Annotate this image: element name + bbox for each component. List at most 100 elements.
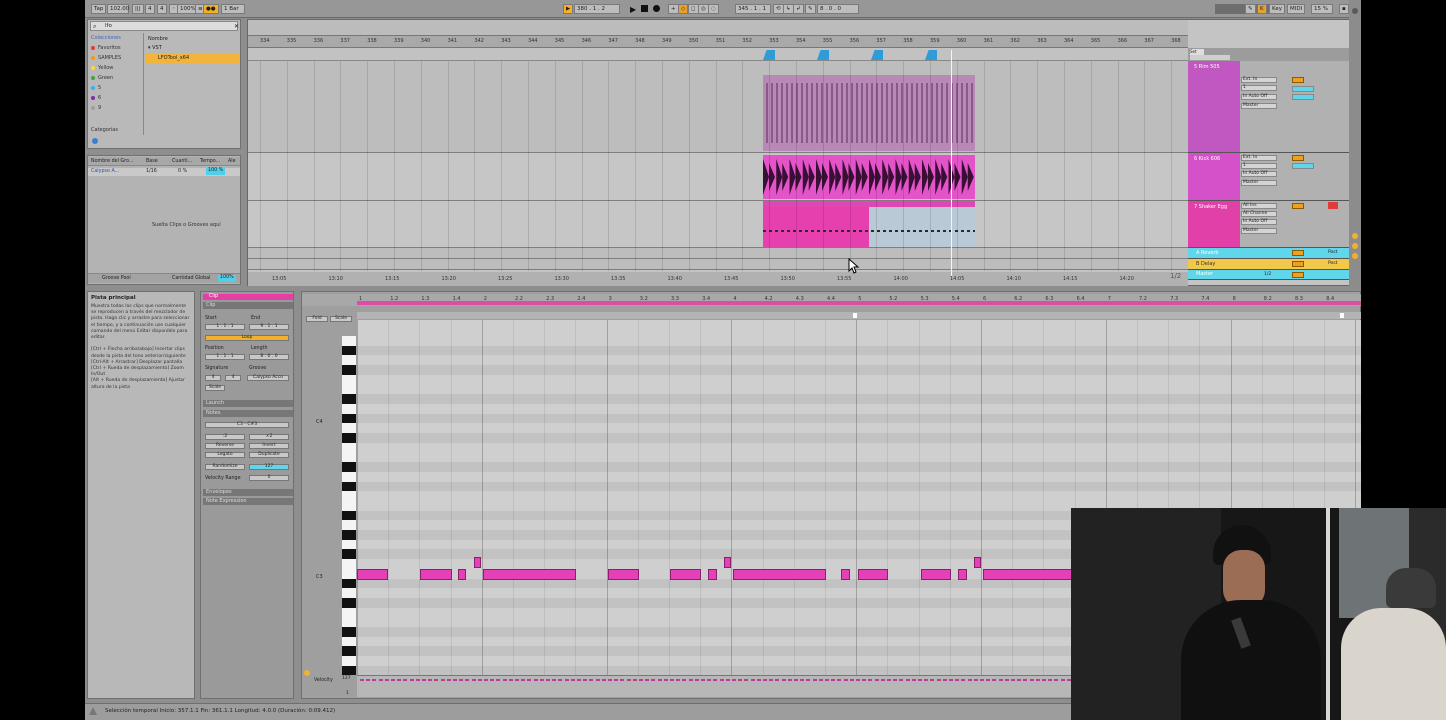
velocity-marker[interactable] — [384, 679, 389, 685]
pan-field[interactable] — [1292, 94, 1314, 100]
collection-item[interactable]: 9 — [91, 105, 101, 111]
draw-mode-icon[interactable]: ✎ — [805, 4, 816, 14]
velocity-marker[interactable] — [843, 679, 848, 685]
warp-marker[interactable] — [925, 50, 937, 60]
velocity-marker[interactable] — [1048, 679, 1053, 685]
sig-den-field[interactable]: 4 — [225, 375, 241, 381]
velocity-marker[interactable] — [1042, 679, 1046, 685]
midi-note[interactable] — [608, 569, 639, 580]
clip-section[interactable]: Clip — [203, 302, 293, 309]
black-key[interactable] — [342, 510, 356, 521]
black-key[interactable] — [342, 433, 356, 443]
midi-note[interactable] — [858, 569, 888, 580]
master-output[interactable]: 1/2 — [1264, 272, 1271, 277]
velocity-marker[interactable] — [428, 679, 433, 685]
scale-button[interactable]: Scale — [205, 385, 225, 391]
black-key[interactable] — [342, 627, 356, 637]
halve-button[interactable]: :2 — [205, 434, 245, 440]
velocity-marker[interactable] — [496, 679, 501, 685]
clip-kick[interactable] — [763, 155, 975, 199]
tap-button[interactable]: Tap — [91, 4, 107, 14]
draw-icon[interactable]: ✎ — [1245, 4, 1256, 14]
midi-note[interactable] — [670, 569, 701, 580]
velocity-marker[interactable] — [694, 679, 699, 685]
track-lane-rim[interactable] — [248, 61, 1188, 153]
velocity-marker[interactable] — [508, 679, 513, 685]
key-map-icon[interactable]: K — [1257, 4, 1267, 14]
track-activator[interactable] — [1292, 203, 1304, 209]
end-field[interactable]: 9 . 1 . 1 — [249, 324, 289, 330]
velocity-marker[interactable] — [360, 679, 364, 685]
velocity-marker[interactable] — [558, 679, 563, 685]
velocity-marker[interactable] — [806, 679, 811, 685]
velocity-marker[interactable] — [769, 679, 774, 685]
velocity-marker[interactable] — [918, 679, 922, 685]
velocity-marker[interactable] — [601, 679, 606, 685]
velocity-marker[interactable] — [471, 679, 476, 685]
velocity-marker[interactable] — [967, 679, 972, 685]
track-activator[interactable] — [1292, 155, 1304, 161]
velocity-marker[interactable] — [663, 679, 668, 685]
folder-item[interactable]: ▾ VST — [148, 45, 162, 51]
velocity-marker[interactable] — [676, 679, 681, 685]
time-ruler[interactable]: 13:05 13:10 13:15 13:20 13:25 13:30 13:35 13:40… — [248, 272, 1188, 286]
velocity-marker[interactable] — [552, 679, 557, 685]
velocity-marker[interactable] — [657, 679, 662, 685]
track-activator[interactable] — [1292, 77, 1304, 83]
black-key[interactable] — [342, 345, 356, 356]
velocity-marker[interactable] — [583, 679, 588, 685]
warp-marker[interactable] — [817, 50, 829, 60]
black-key[interactable] — [342, 394, 356, 404]
velocity-marker[interactable] — [899, 679, 904, 685]
clip-shaker-unselected[interactable] — [869, 207, 975, 247]
track-activator[interactable] — [1292, 261, 1304, 267]
velocity-marker[interactable] — [614, 679, 619, 685]
input-channel-select[interactable]: 1 — [1241, 163, 1277, 169]
track-name[interactable]: A Reverb — [1196, 250, 1219, 256]
velocity-marker[interactable] — [608, 679, 612, 685]
sig-num-field[interactable]: 4 — [205, 375, 221, 381]
loop-brace[interactable] — [357, 301, 1361, 305]
start-field[interactable]: 1 . 1 . 1 — [205, 324, 245, 330]
clip-rim[interactable] — [763, 75, 975, 151]
velocity-marker[interactable] — [887, 679, 891, 685]
input-type-select[interactable]: Ext. In — [1241, 155, 1277, 161]
position-field[interactable]: 1 . 1 . 1 — [205, 354, 245, 360]
velocity-marker[interactable] — [564, 679, 569, 685]
velocity-marker[interactable] — [998, 679, 1003, 685]
midi-note[interactable] — [921, 569, 951, 580]
track-name[interactable]: 7 Shaker Egg — [1188, 201, 1240, 247]
automation-arm-icon[interactable]: ◇ — [678, 4, 689, 14]
input-channel-select[interactable]: 1 — [1241, 85, 1277, 91]
track-activator[interactable] — [1292, 250, 1304, 256]
midi-note[interactable] — [483, 569, 576, 580]
velocity-marker[interactable] — [688, 679, 693, 685]
stop-icon[interactable] — [641, 5, 648, 12]
track-lane-shaker[interactable] — [248, 201, 1188, 248]
velocity-marker[interactable] — [701, 679, 705, 685]
piano-keyboard[interactable] — [342, 336, 356, 676]
legato-button[interactable]: Legato — [205, 452, 245, 458]
arrangement-scrollbar[interactable] — [1349, 0, 1361, 290]
invert-button[interactable]: Invert — [249, 443, 289, 449]
double-button[interactable]: ×2 — [249, 434, 289, 440]
velocity-marker[interactable] — [738, 679, 743, 685]
velocity-marker[interactable] — [682, 679, 687, 685]
velocity-marker[interactable] — [533, 679, 538, 685]
velocity-marker[interactable] — [936, 679, 941, 685]
clip-title[interactable]: Clip — [203, 294, 293, 300]
close-icon[interactable]: ✕ — [234, 23, 239, 30]
velocity-marker[interactable] — [893, 679, 898, 685]
velocity-marker[interactable] — [620, 679, 625, 685]
loop-button[interactable]: Loop — [205, 335, 289, 341]
key-map-button[interactable]: Key — [1269, 4, 1285, 14]
sends-toggle-icon[interactable] — [1352, 243, 1358, 249]
fold-toggle-icon[interactable] — [304, 670, 310, 676]
reenable-icon[interactable]: ◻ — [688, 4, 699, 14]
velocity-marker[interactable] — [800, 679, 805, 685]
velocity-marker[interactable] — [862, 679, 867, 685]
monitor-switch[interactable]: In Auto Off — [1241, 94, 1277, 100]
song-position-field[interactable]: 380 . 1 . 2 — [574, 4, 620, 14]
warp-marker[interactable] — [871, 50, 883, 60]
velocity-marker[interactable] — [992, 679, 997, 685]
